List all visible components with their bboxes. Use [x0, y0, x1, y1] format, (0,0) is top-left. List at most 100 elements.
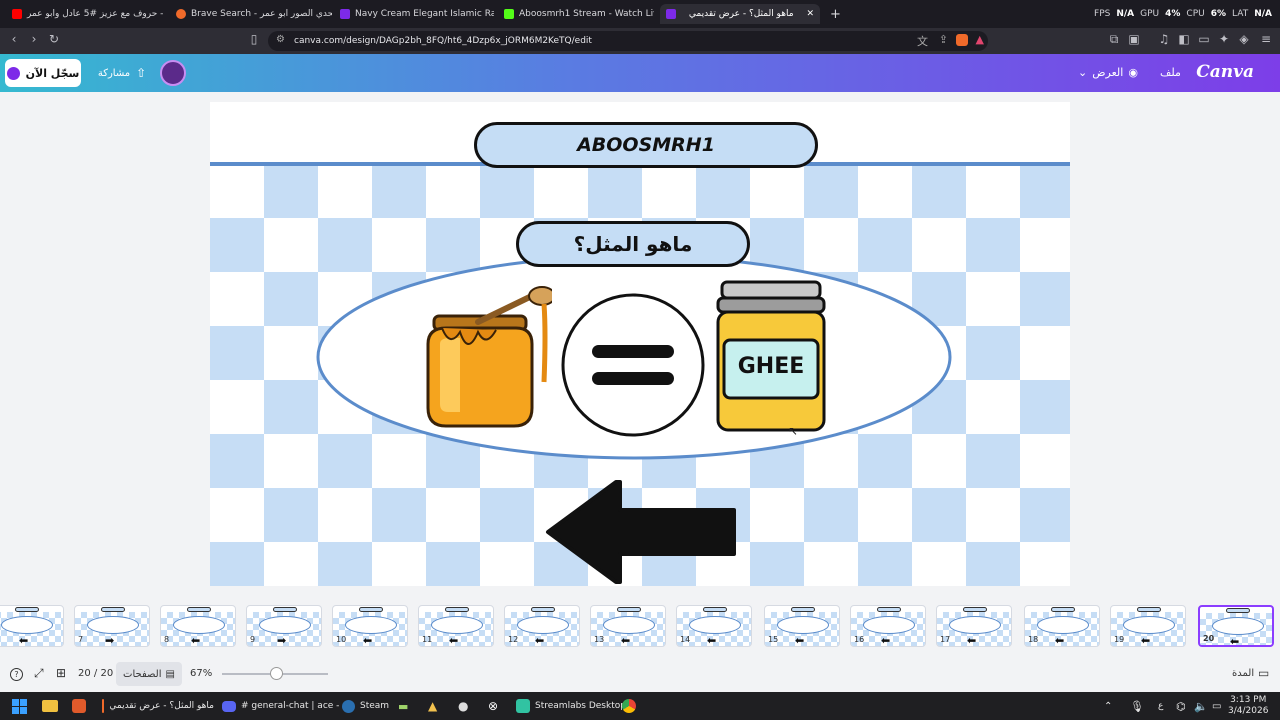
media-icon[interactable]: ♫ — [1156, 32, 1172, 46]
tab-canva-ramadan[interactable]: Navy Cream Elegant Islamic Ramadh — [334, 4, 494, 24]
sidebar-icon[interactable]: ◧ — [1176, 32, 1192, 46]
volume-icon[interactable]: 🔈 — [1194, 692, 1208, 720]
page-number: 18 — [1028, 635, 1039, 644]
share-label: مشاركة — [97, 67, 131, 79]
address-bar[interactable]: ⚙ canva.com/design/DAGp2bh_8FQ/ht6_4Dzp6… — [268, 31, 988, 51]
arrow-left-icon[interactable] — [544, 480, 738, 584]
page-number: 15 — [768, 635, 779, 644]
canva-header: سجّل الآن مشاركة ⇧ ⌄ العرض ◉ ملف Canva — [0, 54, 1280, 92]
start-button[interactable] — [12, 692, 27, 720]
taskbar-discord[interactable]: # general-chat | ace - — [222, 692, 339, 720]
page-thumbnail[interactable]: ⬅ 14 — [676, 605, 752, 647]
network-icon[interactable]: ⌬ — [1176, 692, 1186, 720]
new-tab-button[interactable]: + — [824, 4, 844, 24]
taskbar-app[interactable]: ▬ — [398, 692, 408, 720]
honey-jar-icon[interactable] — [420, 282, 552, 430]
canva-icon — [666, 9, 676, 19]
slide-canvas[interactable]: ABOOSMRH1 ماهو المثل؟ GHEE ↖ — [210, 102, 1070, 586]
clock[interactable]: 3:13 PM 3/4/2026 — [1228, 692, 1268, 720]
zoom-slider-handle[interactable] — [270, 667, 283, 680]
page-thumbnail[interactable]: ⬅ — [0, 605, 64, 647]
taskbar-github[interactable]: ● — [458, 692, 468, 720]
lat-label: LAT — [1232, 9, 1249, 19]
page-thumbnail[interactable]: ➡ 7 — [74, 605, 150, 647]
zoom-level[interactable]: 67% — [190, 668, 212, 679]
xbox-icon: ⊗ — [488, 699, 499, 713]
youtube-icon — [12, 9, 22, 19]
wallet-icon[interactable]: ▭ — [1196, 32, 1212, 46]
screenshot-icon[interactable]: ▣ — [1126, 32, 1142, 46]
page-thumbnail[interactable]: ⬅ 19 — [1110, 605, 1186, 647]
app-icon: ▬ — [398, 699, 409, 713]
page-number: 8 — [164, 635, 170, 644]
tab-current-presentation[interactable]: ماهو المثل؟ - عرض تقديمي ✕ — [660, 4, 820, 24]
battery-icon[interactable]: ▭ — [1212, 692, 1221, 720]
pages-button[interactable]: الصفحات ▤ — [116, 662, 182, 686]
brand-title[interactable]: ABOOSMRH1 — [474, 122, 818, 168]
file-explorer-button[interactable] — [42, 692, 58, 720]
reload-icon[interactable]: ↻ — [46, 32, 62, 46]
clock-date: 3/4/2026 — [1228, 706, 1269, 716]
page-thumbnail[interactable]: ⬅ 17 — [936, 605, 1012, 647]
page-thumbnail[interactable]: ⬅ 16 — [850, 605, 926, 647]
question-title[interactable]: ماهو المثل؟ — [516, 221, 750, 267]
close-tab-icon[interactable]: ✕ — [806, 9, 814, 19]
lat-value: N/A — [1254, 9, 1272, 19]
page-number: 17 — [940, 635, 951, 644]
tab-kick-stream[interactable]: Aboosmrh1 Stream - Watch Live on — [498, 4, 654, 24]
signup-button[interactable]: سجّل الآن — [5, 59, 81, 87]
chevron-down-icon: ⌄ — [1078, 66, 1088, 79]
tab-label: Brave Search - تحدي الصور ابو عمر — [191, 9, 332, 19]
taskbar-chrome[interactable] — [622, 692, 636, 720]
view-menu[interactable]: ⌄ العرض ◉ — [1078, 66, 1138, 79]
vpn-icon[interactable]: ◈ — [1236, 32, 1252, 46]
microphone-icon[interactable]: 🎙 — [1130, 692, 1144, 720]
translate-icon[interactable]: 文 — [917, 33, 928, 49]
taskbar-app[interactable]: ▲ — [428, 692, 437, 720]
input-language[interactable]: ع — [1158, 692, 1163, 720]
taskbar-steam[interactable]: Steam — [342, 692, 389, 720]
page-thumbnail[interactable]: ⬅ 10 — [332, 605, 408, 647]
forward-icon[interactable]: › — [26, 32, 42, 46]
taskbar-brave-window[interactable]: ماهو المثل؟ - عرض تقديمي — [102, 692, 214, 720]
page-thumbnail-selected[interactable]: ⬅ 20 — [1198, 605, 1274, 647]
tab-huroof[interactable]: حروف مع عزيز #5 عادل وابو عمر - — [6, 4, 174, 24]
fullscreen-icon[interactable]: ⤢ — [34, 666, 44, 681]
taskbar-streamlabs[interactable]: Streamlabs Desktop — [516, 692, 626, 720]
file-menu[interactable]: ملف — [1160, 66, 1181, 79]
kick-icon — [504, 9, 514, 19]
tab-label: Navy Cream Elegant Islamic Ramadh — [355, 9, 494, 19]
grid-view-icon[interactable]: ⊞ — [56, 666, 66, 680]
page-thumbnail[interactable]: ⬅ 8 — [160, 605, 236, 647]
brave-shields-icon[interactable] — [956, 34, 968, 46]
help-icon[interactable]: ? — [10, 668, 23, 681]
brave-rewards-icon[interactable]: ▲ — [976, 33, 984, 46]
share-page-icon[interactable]: ⇪ — [939, 33, 948, 46]
page-thumbnail[interactable]: ⬅ 15 — [764, 605, 840, 647]
page-thumbnail[interactable]: ➡ 9 — [246, 605, 322, 647]
site-info-icon[interactable]: ⚙ — [276, 34, 285, 45]
duration-label[interactable]: المدة — [1232, 668, 1254, 679]
page-thumbnail[interactable]: ⬅ 12 — [504, 605, 580, 647]
leo-icon[interactable]: ✦ — [1216, 32, 1232, 46]
extensions-icon[interactable]: ⧉ — [1106, 32, 1122, 47]
page-thumbnail[interactable]: ⬅ 11 — [418, 605, 494, 647]
page-number: 12 — [508, 635, 519, 644]
equals-sign-icon[interactable] — [560, 292, 706, 438]
page-thumbnail[interactable]: ⬅ 13 — [590, 605, 666, 647]
url-text: canva.com/design/DAGp2bh_8FQ/ht6_4Dzp6x_… — [294, 36, 592, 46]
avatar[interactable] — [160, 60, 186, 86]
canva-logo[interactable]: Canva — [1196, 62, 1254, 82]
taskbar-xbox[interactable]: ⊗ — [488, 692, 498, 720]
menu-icon[interactable]: ≡ — [1258, 32, 1274, 46]
canva-badge-icon — [6, 66, 20, 80]
tray-overflow-icon[interactable]: ⌃ — [1104, 692, 1112, 720]
tab-brave-search[interactable]: Brave Search - تحدي الصور ابو عمر — [170, 4, 332, 24]
bookmark-icon[interactable]: ▯ — [246, 32, 262, 46]
media-player-button[interactable] — [72, 692, 86, 720]
steam-icon — [342, 699, 355, 713]
back-icon[interactable]: ‹ — [6, 32, 22, 46]
share-button[interactable]: مشاركة ⇧ — [90, 59, 154, 87]
timer-icon[interactable]: ▭ — [1258, 666, 1269, 680]
page-thumbnail[interactable]: ⬅ 18 — [1024, 605, 1100, 647]
